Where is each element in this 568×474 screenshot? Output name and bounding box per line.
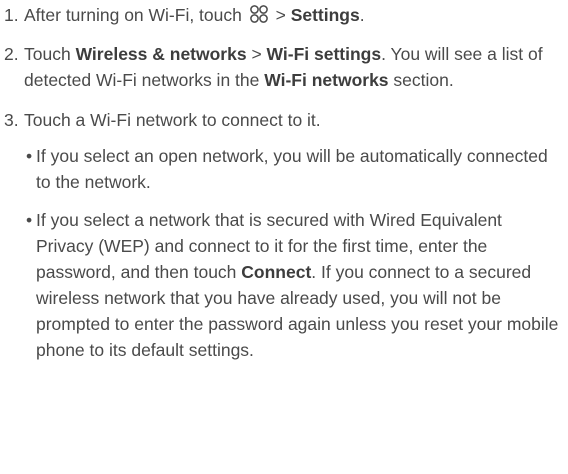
wifi-settings-term: Wi-Fi settings: [266, 44, 382, 64]
step-number: 3.: [4, 110, 19, 130]
step-text: Touch a Wi-Fi network to connect to it.: [24, 110, 321, 130]
step-number: 1.: [4, 5, 19, 25]
wireless-networks-term: Wireless & networks: [75, 44, 247, 64]
step-2: 2. Touch Wireless & networks > Wi-Fi set…: [0, 41, 568, 93]
bullet-dot: •: [26, 210, 33, 230]
step-1: 1. After turning on Wi-Fi, touch > Setti…: [0, 2, 568, 28]
step-text: .: [359, 5, 365, 25]
step-text: >: [246, 44, 267, 64]
connect-term: Connect: [241, 262, 312, 282]
step-text: Touch: [24, 44, 76, 64]
step-3: 3. Touch a Wi-Fi network to connect to i…: [0, 107, 568, 133]
wifi-networks-term: Wi-Fi networks: [264, 70, 389, 90]
settings-term: Settings: [290, 5, 360, 25]
bullet-text: If you select an open network, you will …: [36, 146, 548, 192]
bullet-dot: •: [26, 146, 33, 166]
step-text: >: [270, 5, 291, 25]
step-text: After turning on Wi-Fi, touch: [24, 5, 247, 25]
bullet-secured-network: • If you select a network that is secure…: [0, 207, 568, 363]
bullet-open-network: • If you select an open network, you wil…: [0, 143, 568, 195]
step-number: 2.: [4, 44, 19, 64]
instructions-document: 1. After turning on Wi-Fi, touch > Setti…: [0, 2, 568, 375]
step-text: section.: [388, 70, 454, 90]
apps-grid-icon: [249, 5, 268, 23]
